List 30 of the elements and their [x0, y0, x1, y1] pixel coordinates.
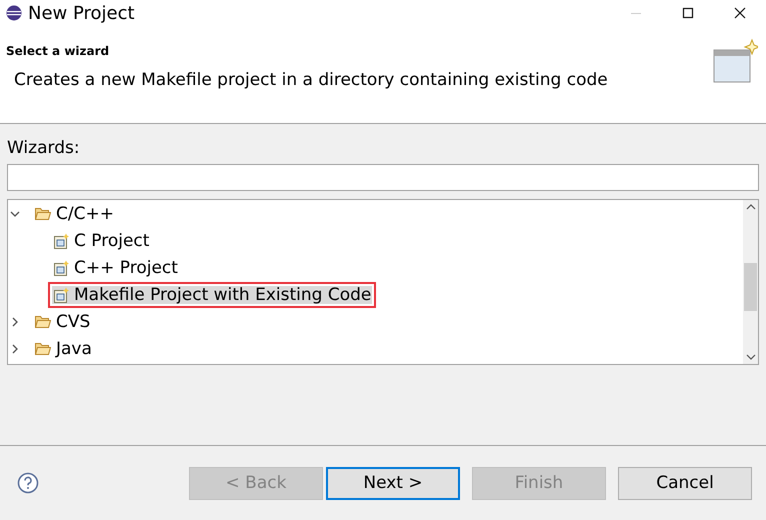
chevron-right-icon[interactable]: [10, 316, 20, 326]
chevron-right-icon[interactable]: [10, 344, 20, 354]
project-file-icon: [53, 260, 69, 276]
scroll-up-icon[interactable]: [746, 203, 756, 211]
project-file-icon: [53, 232, 69, 248]
wizards-label: Wizards:: [7, 138, 81, 158]
tree-item[interactable]: Makefile Project with Existing Code: [48, 282, 376, 308]
window-title: New Project: [28, 2, 135, 24]
close-icon[interactable]: [734, 7, 746, 19]
scroll-down-icon[interactable]: [746, 353, 756, 361]
dialog-button[interactable]: Cancel: [618, 466, 752, 500]
app-icon: [6, 5, 22, 21]
scrollbar-thumb[interactable]: [744, 263, 757, 311]
tree-item[interactable]: C++ Project: [48, 254, 183, 280]
maximize-icon[interactable]: [682, 7, 694, 19]
project-file-icon: [53, 286, 69, 302]
dialog-button[interactable]: Next >: [326, 466, 460, 500]
help-icon[interactable]: [17, 472, 39, 494]
header-title: Select a wizard: [6, 44, 110, 58]
tree-item[interactable]: C Project: [48, 228, 154, 254]
folder-icon: [35, 207, 51, 220]
chevron-down-icon[interactable]: [10, 208, 20, 218]
folder-icon: [35, 342, 51, 355]
folder-icon: [35, 315, 51, 328]
tree-folder-item[interactable]: Java: [30, 336, 97, 362]
tree-folder-item[interactable]: CVS: [30, 308, 96, 334]
filter-field[interactable]: [7, 164, 759, 191]
vertical-scrollbar[interactable]: [743, 200, 758, 364]
header-description: Creates a new Makefile project in a directory containing existing code: [13, 70, 608, 90]
tree-folder-item[interactable]: C/C++: [30, 200, 119, 226]
